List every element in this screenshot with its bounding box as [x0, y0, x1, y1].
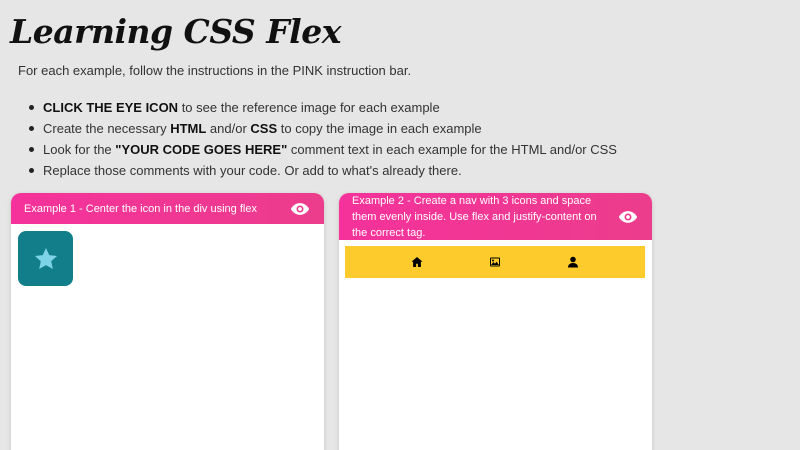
instruction-text: to copy the image in each example [277, 121, 482, 136]
instruction-text: comment text in each example for the HTM… [287, 142, 617, 157]
instruction-bar-text: Example 1 - Center the icon in the div u… [24, 202, 257, 215]
example-1-card: Example 1 - Center the icon in the div u… [11, 193, 324, 450]
user-icon[interactable] [567, 256, 579, 268]
home-icon[interactable] [411, 256, 423, 268]
instruction-text: and/or [206, 121, 251, 136]
instruction-bold: CSS [250, 121, 278, 136]
instruction-bold: "YOUR CODE GOES HERE" [115, 142, 288, 157]
icon-box [18, 231, 73, 286]
list-item: Create the necessary HTML and/or CSS to … [26, 118, 617, 139]
eye-icon[interactable] [618, 210, 638, 224]
instruction-bold: HTML [170, 121, 207, 136]
star-icon [34, 247, 57, 269]
instruction-text: Look for the [43, 142, 116, 157]
example-2-card: Example 2 - Create a nav with 3 icons an… [339, 193, 652, 450]
instruction-text: to see the reference image for each exam… [178, 100, 440, 115]
list-item: CLICK THE EYE ICON to see the reference … [26, 97, 617, 118]
instruction-bar-text: Example 2 - Create a nav with 3 icons an… [352, 194, 597, 239]
instruction-bar: Example 1 - Center the icon in the div u… [11, 193, 324, 224]
instructions-list: CLICK THE EYE ICON to see the reference … [26, 97, 617, 181]
eye-icon[interactable] [290, 202, 310, 216]
image-icon[interactable] [489, 256, 501, 268]
intro-text: For each example, follow the instruction… [18, 63, 412, 78]
icon-nav [345, 246, 645, 278]
list-item: Look for the "YOUR CODE GOES HERE" comme… [26, 139, 617, 160]
instruction-text: Create the necessary [43, 121, 171, 136]
page-title: Learning CSS Flex [10, 12, 341, 51]
instruction-bar: Example 2 - Create a nav with 3 icons an… [339, 193, 652, 240]
instruction-bold: CLICK THE EYE ICON [43, 100, 179, 115]
list-item: Replace those comments with your code. O… [26, 160, 617, 181]
page: Learning CSS Flex For each example, foll… [0, 0, 800, 450]
instruction-text: Replace those comments with your code. O… [43, 163, 462, 178]
